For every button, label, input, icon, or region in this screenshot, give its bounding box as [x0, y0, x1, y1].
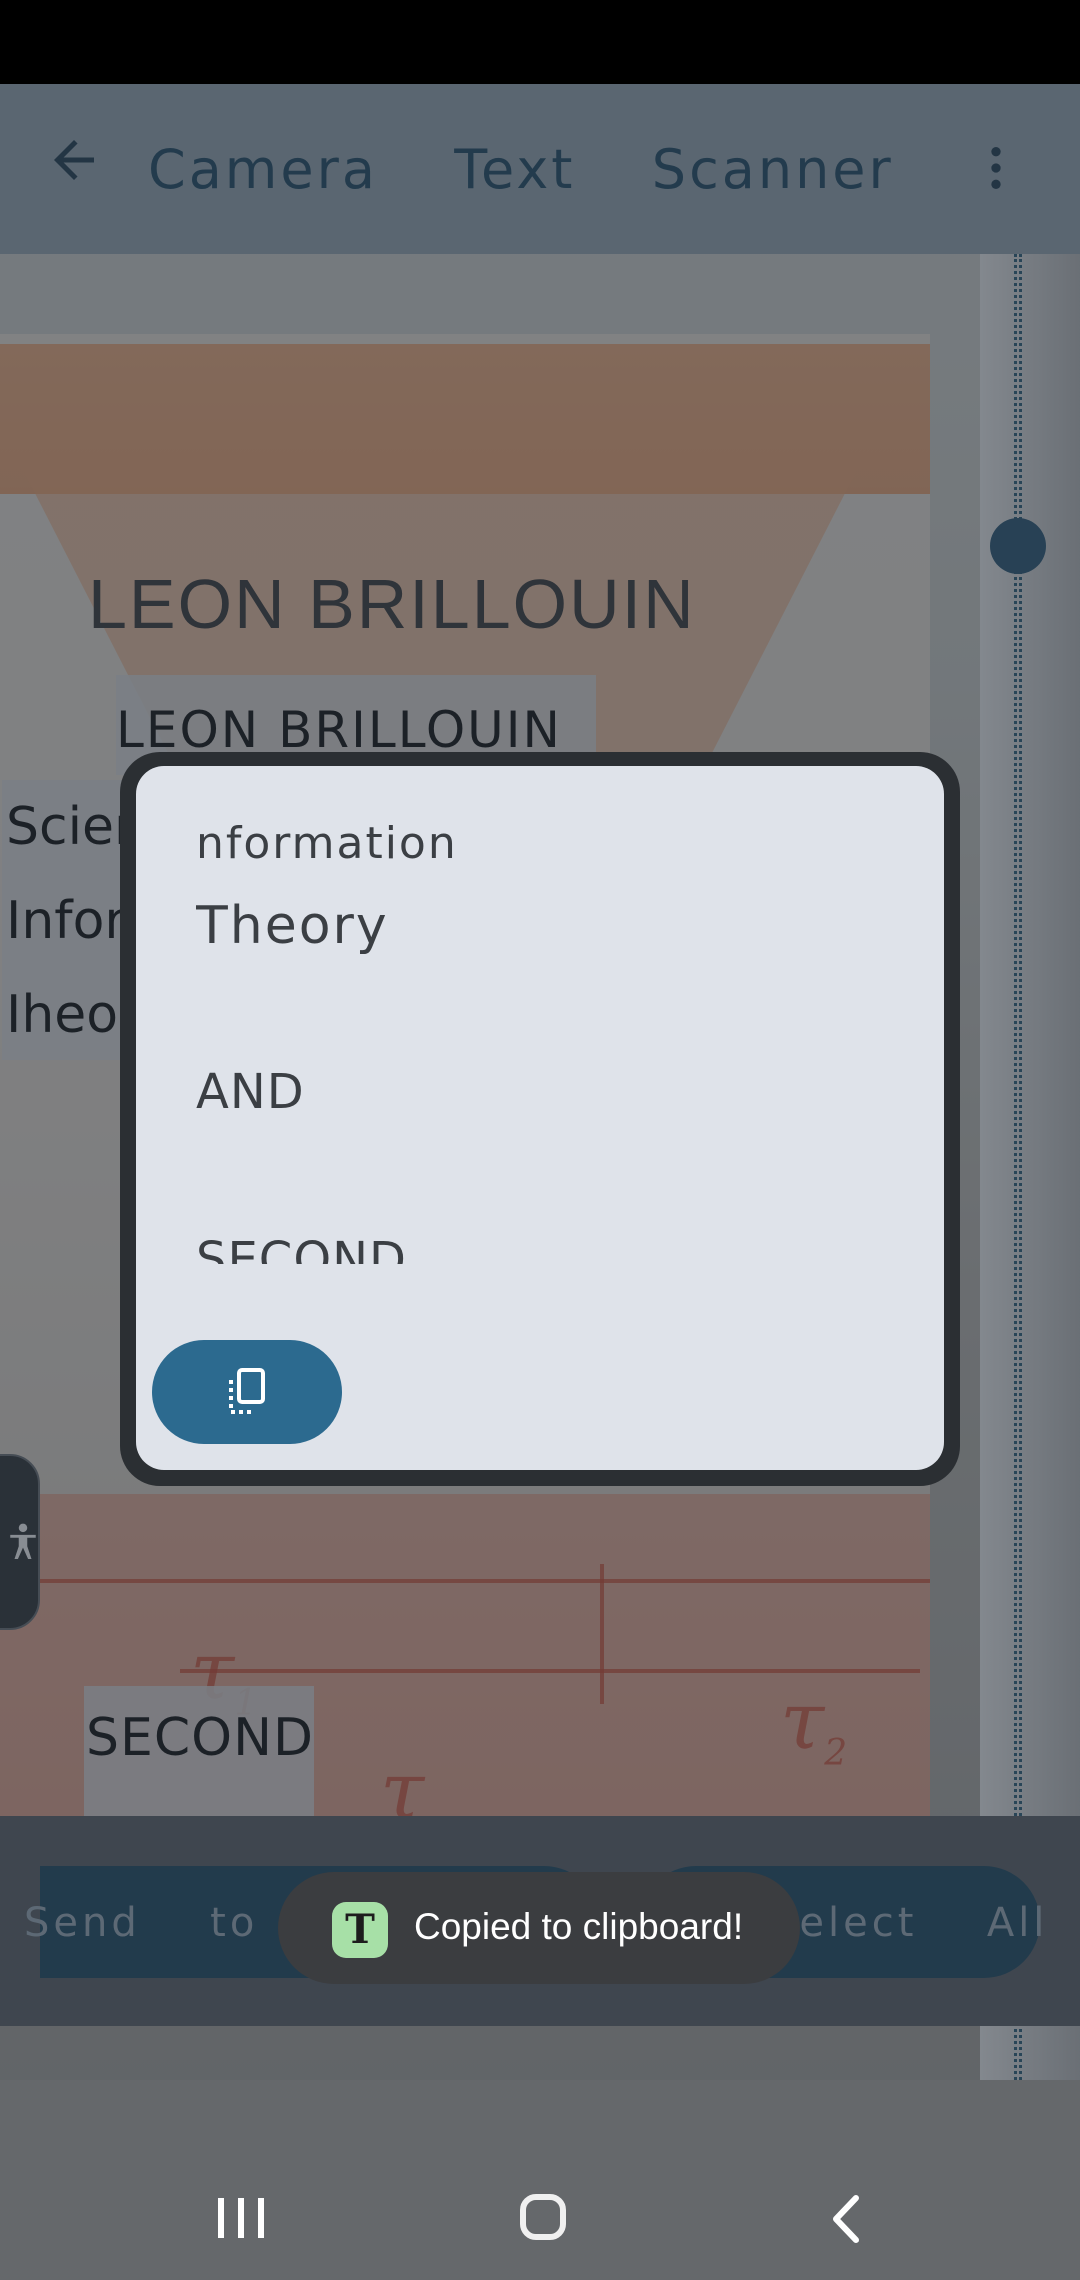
ocr-text: Iheor: [6, 985, 122, 1045]
toast-message: Copied to clipboard!: [414, 1906, 744, 1947]
ocr-text-block[interactable]: Scier Infor Iheor: [2, 780, 122, 1060]
more-vert-icon: [991, 147, 1001, 189]
scanned-text-line: nformation: [196, 818, 458, 869]
scanned-text-content[interactable]: nformation Theory AND SECOND: [196, 812, 896, 1264]
ocr-text: Infor: [6, 891, 122, 951]
home-icon[interactable]: [520, 2194, 566, 2240]
copy-button[interactable]: [152, 1340, 342, 1444]
app-icon: T: [332, 1902, 388, 1958]
ocr-text: Scier: [6, 797, 122, 857]
ocr-text-block[interactable]: SECOND EDITION: [84, 1686, 314, 1836]
copy-icon: [229, 1368, 265, 1414]
arrow-back-icon: [54, 140, 94, 180]
ocr-text: SECOND: [86, 1708, 314, 1768]
scanned-text-line: SECOND: [196, 1232, 407, 1264]
recent-apps-icon[interactable]: [214, 2194, 268, 2242]
ocr-text: LEON BRILLOUIN: [116, 701, 562, 759]
app-title: Camera Text Scanner: [148, 138, 894, 201]
back-nav-icon[interactable]: [826, 2194, 866, 2244]
status-bar: [0, 0, 1080, 84]
scanned-text-line: AND: [196, 1064, 305, 1120]
book-red-line: [0, 1579, 930, 1583]
select-all-label: Select All: [770, 1900, 1049, 1946]
zoom-slider-handle[interactable]: [990, 518, 1046, 574]
book-red-tick: [600, 1564, 604, 1704]
navigation-bar: [0, 2080, 1080, 2280]
book-author-print: LEON BRILLOUIN: [88, 565, 696, 643]
accessibility-icon: [10, 1523, 36, 1559]
back-button[interactable]: [44, 130, 104, 190]
background-object: [980, 84, 1080, 2080]
scanned-text-line: Theory: [196, 896, 389, 956]
book-red-arrow-line: [180, 1669, 920, 1673]
book-tau-symbol: τ2: [780, 1674, 848, 1774]
more-options-button[interactable]: [968, 138, 1024, 198]
